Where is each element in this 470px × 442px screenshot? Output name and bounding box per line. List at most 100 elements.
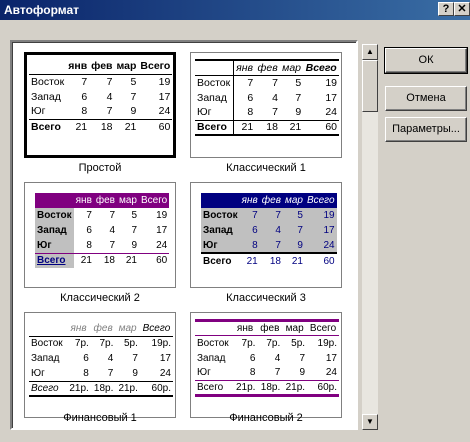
row-label: Всего [31, 120, 61, 133]
cell: 60 [158, 120, 171, 133]
format-label: Классический 2 [60, 292, 140, 304]
col-header: янв [68, 60, 88, 73]
cell: 7 [297, 225, 303, 236]
cell: 6 [252, 225, 258, 236]
row-label: Всего [197, 382, 224, 393]
col-header: Всего [309, 323, 337, 334]
format-label: Классический 3 [226, 292, 306, 304]
cell: 18 [100, 120, 113, 133]
col-header: Всего [306, 195, 335, 206]
cell: 6 [81, 90, 88, 103]
cell: 7 [275, 239, 281, 251]
cell: 21 [75, 120, 88, 133]
cell: 4 [106, 90, 113, 103]
row-label: Запад [195, 90, 234, 105]
col-header: Всего [142, 322, 171, 334]
cell: 4 [275, 225, 281, 236]
col-header: фев [95, 195, 115, 206]
format-tile-financial2[interactable]: янв фев мар Всего Восток 7р. 7р. 5р. 19р. За… [190, 312, 342, 418]
ok-button[interactable]: ОК [384, 47, 468, 74]
cell: 21 [246, 255, 258, 267]
format-label: Простой [78, 162, 122, 174]
cell: 4 [107, 353, 114, 364]
format-tile-financial1[interactable]: янв фев мар Всего Восток 7р. 7р. 5р. 19р. За… [24, 312, 176, 418]
cell: 5р. [291, 337, 306, 349]
format-tile-classic3[interactable]: янв фев мар Всего Восток 7 7 5 19 Запад 6 4 7 17… [190, 182, 342, 288]
cell: 19р. [317, 337, 337, 349]
cell: 5 [297, 210, 303, 221]
format-tile-classic2[interactable]: янв фев мар Всего Восток 7 7 5 19 Запад 6 4 7 17… [24, 182, 176, 288]
col-header: янв [236, 61, 254, 74]
cell: 6 [83, 353, 89, 364]
format-tile-simple[interactable]: янв фев мар Всего Восток 7 7 5 19 Запад 6 4 7 17… [24, 52, 176, 158]
col-header: янв [236, 323, 254, 334]
col-header: мар [284, 195, 303, 206]
cell: 18 [269, 255, 281, 267]
cell: 7 [109, 210, 115, 221]
sample-table: янв фев мар Всего Восток 7р. 7р. 5р. 19р. За… [29, 321, 173, 397]
col-header: Всего [141, 195, 168, 206]
cell: 19 [156, 210, 168, 221]
format-tile-classic1[interactable]: янв фев мар Всего Восток 7 7 5 19 Запад 6 4 7 17… [190, 52, 342, 158]
options-button[interactable]: Параметры... [385, 117, 467, 142]
col-header: Всего [140, 60, 171, 73]
cell: 7р. [99, 338, 114, 350]
cell: 7 [130, 90, 137, 103]
cell: 8 [249, 367, 256, 379]
cell: 5 [295, 76, 302, 89]
close-icon[interactable]: ✕ [454, 2, 470, 16]
cell: 21 [291, 255, 303, 267]
help-icon[interactable]: ? [438, 2, 454, 16]
cell: 19 [325, 76, 337, 89]
cell: 17 [323, 225, 335, 236]
scroll-down-icon[interactable]: ▼ [362, 414, 378, 430]
cell: 7 [132, 353, 138, 364]
cancel-button[interactable]: Отмена [385, 86, 467, 111]
cell: 24 [159, 367, 171, 379]
cell: 21р. [235, 382, 256, 393]
cell: 21 [241, 121, 254, 134]
row-label: Юг [203, 239, 218, 251]
col-header: янв [70, 322, 87, 334]
col-header: мар [282, 61, 302, 74]
row-label: Юг [31, 367, 45, 379]
cell: 17 [158, 90, 171, 103]
sample-table: янв фев мар Всего Восток 7 7 5 19 Запад 6 4 7 17… [195, 59, 339, 136]
cell: 7 [275, 210, 281, 221]
cell: 5р. [124, 338, 138, 350]
cell: 8 [252, 239, 258, 251]
col-header: янв [241, 195, 258, 206]
scroll-thumb[interactable] [362, 60, 378, 112]
scroll-up-icon[interactable]: ▲ [362, 44, 378, 60]
title-bar: Автоформат ? ✕ [0, 0, 470, 20]
cell: 21 [80, 255, 92, 267]
cell: 24 [158, 105, 171, 118]
cell: 60р. [151, 382, 171, 394]
cell: 7 [106, 75, 113, 88]
cell: 19 [158, 75, 171, 88]
cell: 17 [156, 225, 168, 236]
cell: 6 [86, 225, 92, 236]
cell: 7 [109, 239, 115, 251]
row-label: Запад [203, 225, 233, 236]
format-gallery[interactable]: янв фев мар Всего Восток 7 7 5 19 Запад 6 4 7 17… [10, 40, 358, 430]
row-label: Восток [31, 338, 63, 350]
cell: 7 [107, 367, 114, 379]
cell: 17 [325, 352, 337, 364]
cell: 18р. [260, 382, 281, 393]
cell: 8 [81, 105, 88, 118]
cell: 4 [109, 225, 115, 236]
cell: 7 [299, 352, 306, 364]
cell: 19р. [151, 338, 171, 350]
row-label: Восток [195, 75, 234, 90]
gallery-scrollbar[interactable]: ▲ ▼ [362, 44, 378, 430]
row-label: Всего [203, 255, 232, 267]
row-label: Запад [197, 352, 226, 364]
format-label: Финансовый 2 [229, 412, 303, 424]
cell: 21р. [69, 382, 89, 394]
cell: 5 [130, 75, 137, 88]
cell: 7 [81, 75, 88, 88]
cell: 7 [131, 225, 137, 236]
cell: 18 [266, 121, 278, 134]
cell: 60 [156, 255, 168, 267]
